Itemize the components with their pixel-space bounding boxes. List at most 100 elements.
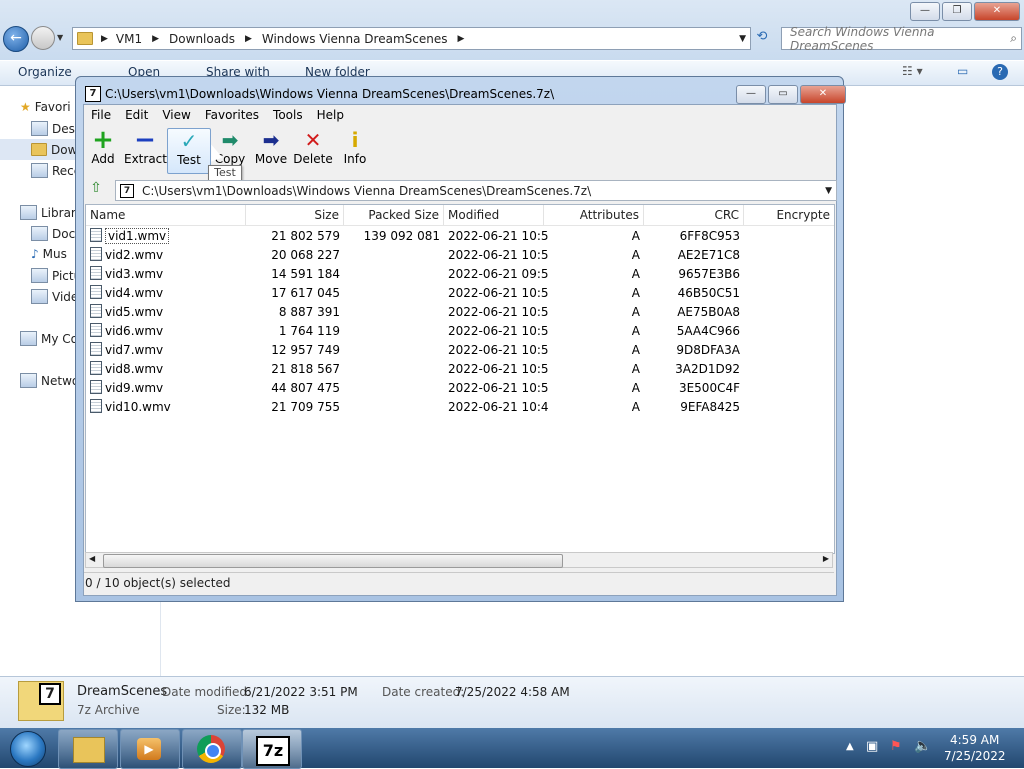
nav-network[interactable]: Netwo: [20, 373, 79, 388]
table-row[interactable]: vid7.wmv 12 957 749 2022-06-21 10:50 A 9D8DF…: [86, 341, 834, 360]
libraries-icon: [20, 205, 37, 220]
recent-pages-dropdown-icon[interactable]: ▼: [57, 33, 63, 42]
breadcrumb-downloads[interactable]: Downloads: [169, 32, 235, 46]
search-icon[interactable]: ⌕: [1010, 31, 1017, 46]
table-row[interactable]: vid1.wmv 21 802 579 139 092 081 2022-06-21 …: [86, 227, 834, 246]
explorer-close-button[interactable]: ✕: [974, 2, 1020, 21]
help-icon[interactable]: ?: [992, 64, 1008, 80]
network-tray-icon[interactable]: ▣: [866, 739, 878, 754]
selection-status: 0 / 10 object(s) selected: [85, 576, 231, 590]
list-header: Name Size Packed Size Modified Attribute…: [86, 205, 834, 226]
menu-file[interactable]: File: [84, 105, 118, 125]
view-options-icon[interactable]: ☷ ▾: [902, 64, 923, 78]
back-button[interactable]: ←: [3, 26, 29, 52]
taskbar-media-player-button[interactable]: ▶: [120, 729, 180, 769]
windows-logo-icon: [10, 731, 46, 767]
file-name: vid10.wmv: [105, 400, 171, 414]
table-row[interactable]: vid9.wmv 44 807 475 2022-06-21 10:50 A 3E500…: [86, 379, 834, 398]
explorer-maximize-button[interactable]: ❐: [942, 2, 972, 21]
column-header-name[interactable]: Name: [86, 205, 246, 225]
chevron-right-icon: ▶: [457, 33, 465, 44]
table-row[interactable]: vid5.wmv 8 887 391 2022-06-21 10:50 A AE75B0…: [86, 303, 834, 322]
cell-name: vid1.wmv: [90, 227, 246, 246]
music-icon: ♪: [31, 247, 39, 261]
add-button[interactable]: + Add: [82, 127, 124, 172]
nav-libraries[interactable]: Librari: [20, 205, 79, 220]
menu-edit[interactable]: Edit: [118, 105, 155, 125]
nav-favorites[interactable]: ★ Favori: [20, 100, 71, 114]
7zip-close-button[interactable]: ✕: [800, 85, 846, 104]
column-header-packed-size[interactable]: Packed Size: [344, 205, 444, 225]
breadcrumb-current-folder[interactable]: Windows Vienna DreamScenes: [262, 32, 448, 46]
nav-pictures[interactable]: Pictu: [31, 268, 81, 283]
action-center-icon[interactable]: ⚑: [890, 739, 902, 754]
table-row[interactable]: vid3.wmv 14 591 184 2022-06-21 09:58 A 9657E…: [86, 265, 834, 284]
scroll-right-icon[interactable]: ▶: [823, 554, 829, 563]
7zip-minimize-button[interactable]: —: [736, 85, 766, 104]
taskbar-chrome-button[interactable]: [182, 729, 242, 769]
clock-time[interactable]: 4:59 AM: [950, 733, 999, 747]
address-bar[interactable]: ▶ VM1 ▶ Downloads ▶ Windows Vienna Dream…: [72, 27, 751, 50]
path-dropdown-icon[interactable]: ▼: [825, 186, 832, 196]
refresh-icon[interactable]: ⟲: [752, 29, 772, 47]
table-row[interactable]: vid8.wmv 21 818 567 2022-06-21 10:50 A 3A2D1…: [86, 360, 834, 379]
organize-button[interactable]: Organize: [18, 65, 72, 79]
column-header-encrypted[interactable]: Encrypte: [744, 205, 834, 225]
scroll-left-icon[interactable]: ◀: [89, 554, 95, 563]
wmv-file-icon: [90, 285, 102, 299]
computer-icon: [20, 331, 37, 346]
extract-button[interactable]: − Extract: [124, 127, 167, 172]
menu-tools[interactable]: Tools: [266, 105, 310, 125]
show-hidden-icons-icon[interactable]: ▲: [846, 741, 854, 752]
column-header-modified[interactable]: Modified: [444, 205, 544, 225]
menu-favorites[interactable]: Favorites: [198, 105, 266, 125]
delete-button[interactable]: ✕ Delete: [292, 128, 334, 172]
table-row[interactable]: vid4.wmv 17 617 045 2022-06-21 10:50 A 46B50…: [86, 284, 834, 303]
menu-view[interactable]: View: [155, 105, 197, 125]
start-button[interactable]: [2, 729, 54, 767]
volume-icon[interactable]: 🔈: [914, 738, 931, 754]
cell-modified: 2022-06-21 10:50: [448, 324, 548, 338]
search-box[interactable]: Search Windows Vienna DreamScenes ⌕: [781, 25, 1022, 53]
7zip-app-icon: 7: [85, 86, 101, 102]
cell-size: 44 807 475: [271, 381, 340, 395]
table-row[interactable]: vid2.wmv 20 068 227 2022-06-21 10:50 A AE2E7…: [86, 246, 834, 265]
nav-music[interactable]: ♪ Mus: [31, 247, 67, 261]
forward-button[interactable]: [31, 26, 55, 50]
path-combobox[interactable]: 7 C:\Users\vm1\Downloads\Windows Vienna …: [115, 180, 837, 201]
nav-my-computer[interactable]: My Co: [20, 331, 78, 346]
test-button[interactable]: ✓ Test: [167, 128, 211, 174]
taskbar-explorer-button[interactable]: [58, 729, 118, 769]
cell-size: 17 617 045: [271, 286, 340, 300]
nav-videos[interactable]: Vide: [31, 289, 78, 304]
7zip-maximize-button[interactable]: ▭: [768, 85, 798, 104]
scrollbar-thumb[interactable]: [103, 554, 563, 568]
details-created-value: 7/25/2022 4:58 AM: [455, 685, 570, 699]
cell-packed: [344, 360, 440, 379]
taskbar-7zip-button[interactable]: 7z: [242, 729, 302, 769]
breadcrumb-vm1[interactable]: VM1: [116, 32, 142, 46]
table-row[interactable]: vid10.wmv 21 709 755 2022-06-21 10:46 A 9EFA…: [86, 398, 834, 417]
details-file-type: 7z Archive: [77, 703, 140, 717]
move-button[interactable]: ➡ Move: [250, 128, 292, 172]
search-input[interactable]: Search Windows Vienna DreamScenes: [790, 25, 1010, 53]
explorer-minimize-button[interactable]: —: [910, 2, 940, 21]
table-row[interactable]: vid6.wmv 1 764 119 2022-06-21 10:50 A 5AA4C9…: [86, 322, 834, 341]
wmv-file-icon: [90, 399, 102, 413]
address-dropdown-icon[interactable]: ▼: [739, 34, 746, 44]
nav-recent[interactable]: Rece: [31, 163, 81, 178]
cell-size: 21 802 579: [271, 229, 340, 243]
folder-up-icon[interactable]: ⇧: [88, 180, 104, 198]
cell-crc: AE2E71C8: [677, 248, 740, 262]
info-button[interactable]: i Info: [334, 128, 376, 172]
column-header-crc[interactable]: CRC: [644, 205, 744, 225]
column-header-size[interactable]: Size: [246, 205, 344, 225]
clock-date[interactable]: 7/25/2022: [944, 749, 1006, 763]
cell-modified: 2022-06-21 09:58: [448, 267, 548, 281]
menu-help[interactable]: Help: [310, 105, 351, 125]
preview-pane-icon[interactable]: ▭: [957, 64, 968, 78]
wmv-file-icon: [90, 228, 102, 242]
recent-places-icon: [31, 163, 48, 178]
explorer-icon: [73, 737, 105, 763]
column-header-attributes[interactable]: Attributes: [544, 205, 644, 225]
